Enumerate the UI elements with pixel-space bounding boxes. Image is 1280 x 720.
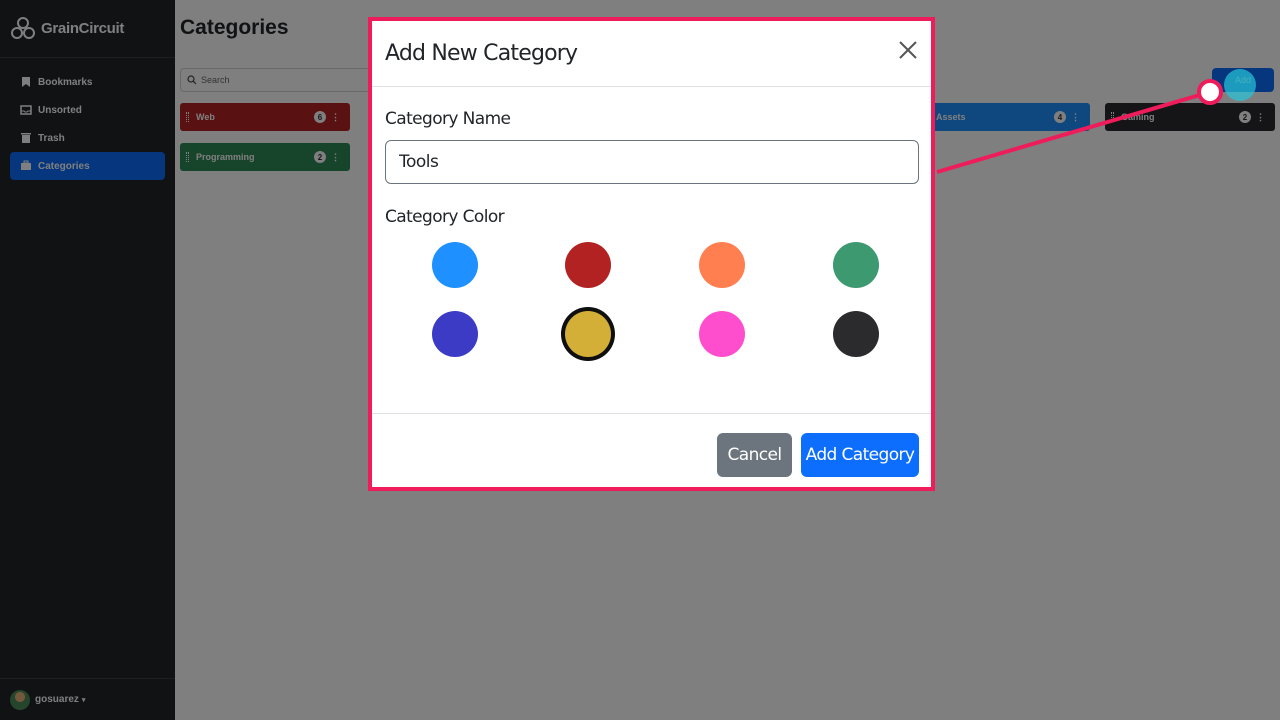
color-swatch-red[interactable]: [565, 242, 611, 288]
color-swatch-blue[interactable]: [432, 242, 478, 288]
add-category-submit-button[interactable]: Add Category: [801, 433, 919, 477]
modal-header: Add New Category: [372, 21, 931, 87]
color-swatch-orange[interactable]: [699, 242, 745, 288]
color-swatch-black[interactable]: [833, 311, 879, 357]
color-swatch-gold[interactable]: [565, 311, 611, 357]
category-name-label: Category Name: [385, 109, 511, 129]
modal-footer: Cancel Add Category: [372, 413, 931, 487]
category-color-label: Category Color: [385, 207, 505, 227]
color-swatch-pink[interactable]: [699, 311, 745, 357]
color-swatch-indigo[interactable]: [432, 311, 478, 357]
cancel-button[interactable]: Cancel: [717, 433, 792, 477]
close-icon[interactable]: [897, 39, 919, 61]
add-category-modal: Add New Category Category Name Category …: [368, 17, 935, 491]
color-swatch-green[interactable]: [833, 242, 879, 288]
category-name-input[interactable]: [385, 140, 919, 184]
modal-title: Add New Category: [385, 41, 578, 66]
